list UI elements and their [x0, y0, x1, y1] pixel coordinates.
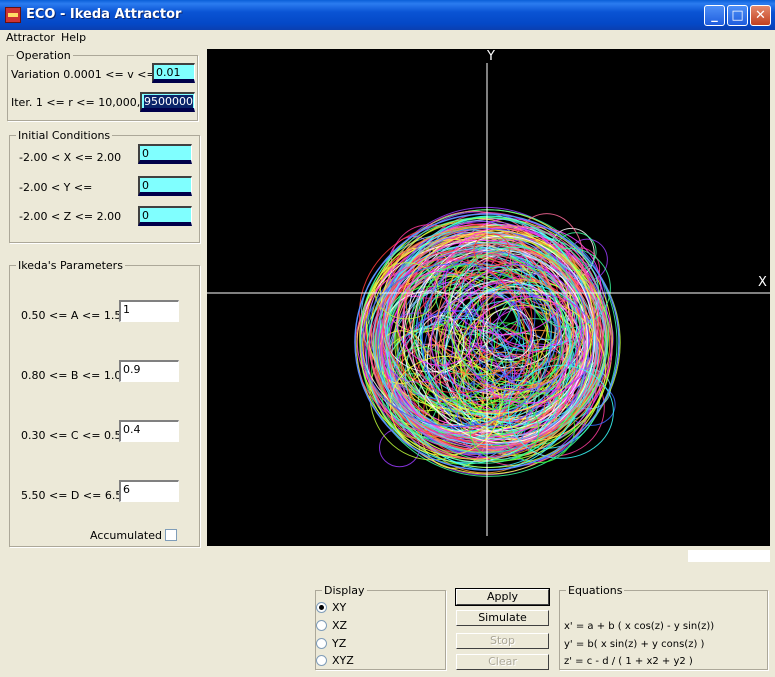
z-initial-input[interactable]: 0 — [138, 206, 192, 226]
equation-y: y' = b( x sin(z) + y cons(z) ) — [564, 639, 705, 650]
x-initial-input[interactable]: 0 — [138, 144, 192, 164]
equation-z: z' = c - d / ( 1 + x2 + y2 ) — [564, 656, 693, 667]
accumulated-label: Accumulated — [90, 529, 162, 542]
radio-xz-label[interactable]: XZ — [332, 619, 347, 632]
y-initial-input[interactable]: 0 — [138, 176, 192, 196]
clear-button[interactable]: Clear — [456, 654, 549, 670]
param-d-input[interactable]: 6 — [119, 480, 179, 502]
menu-attractor[interactable]: Attractor — [6, 31, 55, 44]
radio-xyz[interactable] — [316, 655, 327, 666]
simulate-button[interactable]: Simulate — [456, 610, 549, 626]
apply-button[interactable]: Apply — [455, 588, 550, 606]
window-title: ECO - Ikeda Attractor — [26, 7, 182, 22]
app-icon[interactable] — [5, 7, 21, 23]
y-initial-label: -2.00 < Y <= — [19, 181, 93, 194]
display-legend: Display — [324, 584, 365, 597]
y-axis-label: Y — [487, 49, 495, 64]
x-axis-label: X — [758, 275, 767, 290]
menu-help[interactable]: Help — [61, 31, 86, 44]
attractor-plot — [207, 63, 770, 536]
equations-legend: Equations — [568, 584, 623, 597]
iter-label: Iter. 1 <= r <= 10,000,000 — [11, 96, 162, 109]
accumulated-checkbox[interactable] — [165, 529, 177, 541]
radio-xz[interactable] — [316, 620, 327, 631]
parameters-legend: Ikeda's Parameters — [18, 259, 123, 272]
param-c-label: 0.30 <= C <= 0.50 — [21, 429, 129, 442]
close-button[interactable]: ✕ — [750, 5, 771, 26]
title-bar: ECO - Ikeda Attractor _ □ ✕ — [0, 0, 775, 30]
operation-legend: Operation — [16, 49, 71, 62]
maximize-button[interactable]: □ — [727, 5, 748, 26]
radio-xy[interactable] — [316, 602, 327, 613]
initial-conditions-legend: Initial Conditions — [18, 129, 111, 142]
radio-xyz-label[interactable]: XYZ — [332, 654, 354, 667]
param-a-label: 0.50 <= A <= 1.50 — [21, 309, 129, 322]
minimize-button[interactable]: _ — [704, 5, 725, 26]
radio-yz[interactable] — [316, 638, 327, 649]
variation-input[interactable]: 0.01 — [152, 63, 195, 83]
param-a-input[interactable]: 1 — [119, 300, 179, 322]
radio-yz-label[interactable]: YZ — [332, 637, 346, 650]
status-box — [688, 550, 770, 562]
radio-xy-label[interactable]: XY — [332, 601, 346, 614]
stop-button[interactable]: Stop — [456, 633, 549, 649]
param-b-input[interactable]: 0.9 — [119, 360, 179, 382]
x-initial-label: -2.00 < X <= 2.00 — [19, 151, 122, 164]
plot-canvas[interactable]: Y X — [207, 49, 770, 546]
z-initial-label: -2.00 < Z <= 2.00 — [19, 210, 122, 223]
equation-x: x' = a + b ( x cos(z) - y sin(z)) — [564, 621, 715, 632]
menu-bar: Attractor Help — [0, 30, 775, 47]
trajectory-curves — [354, 206, 621, 477]
iterations-input[interactable]: 9500000 — [140, 92, 195, 112]
param-d-label: 5.50 <= D <= 6.50 — [21, 489, 130, 502]
param-b-label: 0.80 <= B <= 1.00 — [21, 369, 129, 382]
param-c-input[interactable]: 0.4 — [119, 420, 179, 442]
